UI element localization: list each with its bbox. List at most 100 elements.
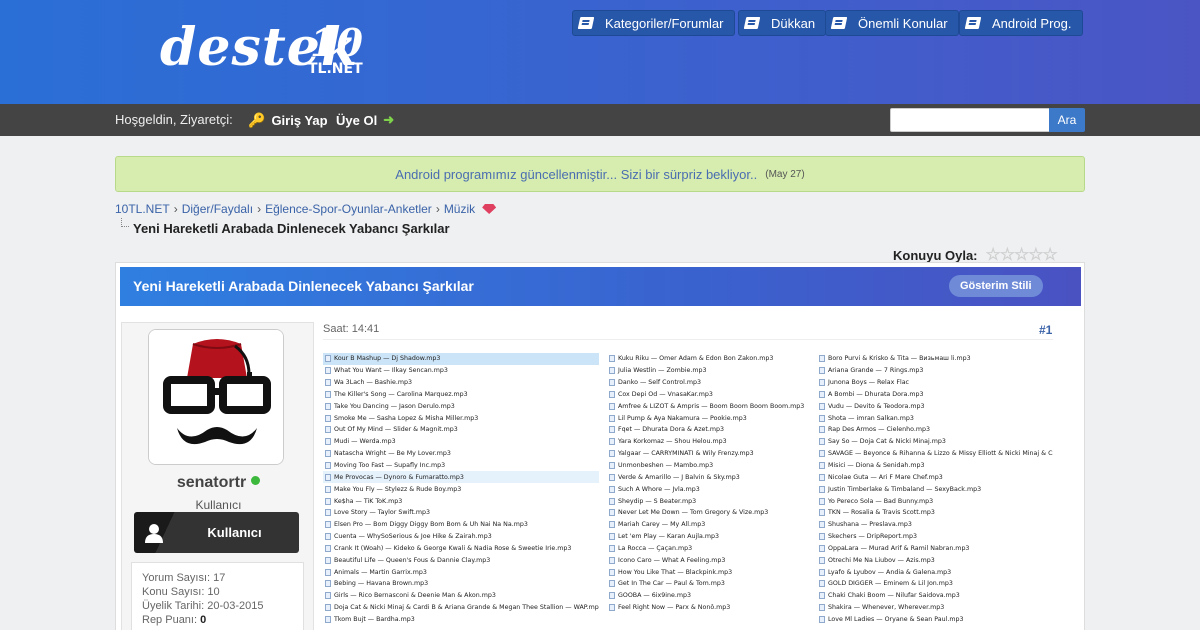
file-row[interactable]: Otrechi Me Na Liubov — Azis.mp3	[817, 554, 1053, 566]
file-row[interactable]: Boro Purvi & Krisko & Tita — Визьмаш li.…	[817, 353, 1053, 365]
file-row[interactable]: Moving Too Fast — Supafly Inc.mp3	[323, 460, 599, 472]
file-name: Beautiful Life — Queen's Fous & Dannie C…	[334, 556, 491, 564]
file-row[interactable]: Cox Depi Od — VnasaKar.mp3	[607, 389, 812, 401]
breadcrumb-item[interactable]: 10TL.NET	[115, 202, 170, 216]
file-row[interactable]: Doja Cat & Nicki Minaj & Cardi B & Arian…	[323, 602, 599, 614]
file-row[interactable]: Verde & Amarillo — J Balvin & Sky.mp3	[607, 471, 812, 483]
breadcrumb-item[interactable]: Eğlence-Spor-Oyunlar-Anketler	[265, 202, 432, 216]
file-row[interactable]: Beautiful Life — Queen's Fous & Dannie C…	[323, 554, 599, 566]
nav-shop-button[interactable]: Dükkan	[738, 10, 827, 36]
file-row[interactable]: Misici — Diona & Senidah.mp3	[817, 460, 1053, 472]
nav-categories-button[interactable]: Kategoriler/Forumlar	[572, 10, 735, 36]
file-row[interactable]: Icono Caro — What A Feeling.mp3	[607, 554, 812, 566]
file-row[interactable]: Natascha Wright — Be My Lover.mp3	[323, 448, 599, 460]
announcement-text[interactable]: Android programımız güncellenmiştir... S…	[395, 167, 757, 182]
file-name: Say So — Doja Cat & Nicki Minaj.mp3	[828, 438, 946, 446]
file-row[interactable]: Animals — Martin Garrix.mp3	[323, 566, 599, 578]
search-button[interactable]: Ara	[1049, 108, 1085, 132]
file-row[interactable]: Tkom Bujt — Bardha.mp3	[323, 614, 599, 626]
avatar[interactable]	[148, 329, 284, 465]
file-row[interactable]: GOLD DIGGER — Eminem & Lil Jon.mp3	[817, 578, 1053, 590]
file-row[interactable]: Yara Korkomaz — Shou Helou.mp3	[607, 436, 812, 448]
username-text[interactable]: senatortr	[177, 474, 246, 491]
file-row[interactable]: Kuku Riku — Omer Adam & Edon Bon Zakon.m…	[607, 353, 812, 365]
key-icon: 🔑	[248, 112, 266, 128]
file-row[interactable]: Let 'em Play — Karan Aujla.mp3	[607, 531, 812, 543]
file-row[interactable]: OppaLara — Murad Arif & Ramil Nabran.mp3	[817, 543, 1053, 555]
file-row[interactable]: Love Story — Taylor Swift.mp3	[323, 507, 599, 519]
file-row[interactable]: Unmonbeshen — Mambo.mp3	[607, 460, 812, 472]
file-name: TKN — Rosalia & Travis Scott.mp3	[828, 509, 935, 517]
file-row[interactable]: Julia Westlin — Zombie.mp3	[607, 365, 812, 377]
file-row[interactable]: Fqet — Dhurata Dora & Azet.mp3	[607, 424, 812, 436]
file-name: A Bombi — Dhurata Dora.mp3	[828, 390, 924, 398]
file-row[interactable]: Love Ml Ladies — Oryane & Sean Paul.mp3	[817, 614, 1053, 626]
file-row[interactable]: A Bombi — Dhurata Dora.mp3	[817, 389, 1053, 401]
file-row[interactable]: Crank It (Woah) — Kideko & George Kwali …	[323, 543, 599, 555]
breadcrumb-item[interactable]: Müzik	[444, 202, 475, 216]
display-mode-button[interactable]: Gösterim Stili	[949, 275, 1043, 297]
file-row[interactable]: Vudu — Devito & Teodora.mp3	[817, 400, 1053, 412]
file-row[interactable]: Rap Des Armos — Cielenho.mp3	[817, 424, 1053, 436]
file-row[interactable]: Never Let Me Down — Tom Gregory & Vize.m…	[607, 507, 812, 519]
file-row[interactable]: Shota — imran Salkan.mp3	[817, 412, 1053, 424]
file-row[interactable]: Danko — Self Control.mp3	[607, 377, 812, 389]
file-row[interactable]: Ariana Grande — 7 Rings.mp3	[817, 365, 1053, 377]
file-row[interactable]: Get In The Car — Paul & Tom.mp3	[607, 578, 812, 590]
file-row[interactable]: Shakira — Whenever, Wherever.mp3	[817, 602, 1053, 614]
file-row[interactable]: Yo Pereco Sola — Bad Bunny.mp3	[817, 495, 1053, 507]
audio-file-icon	[325, 485, 331, 493]
login-link[interactable]: 🔑 Giriş Yap	[248, 112, 328, 129]
site-logo[interactable]: destek 10 TL.NET	[160, 22, 363, 77]
file-row[interactable]: Cuenta — WhySoSerious & Joe Hike & Zaira…	[323, 531, 599, 543]
file-row[interactable]: GOOBA — 6ix9ine.mp3	[607, 590, 812, 602]
file-row[interactable]: Girls — Rico Bernasconi & Deenie Man & A…	[323, 590, 599, 602]
breadcrumb-item[interactable]: Diğer/Faydalı	[182, 202, 253, 216]
file-row[interactable]: Bebing — Havana Brown.mp3	[323, 578, 599, 590]
file-row[interactable]: Out Of My Mind — Slider & Magnit.mp3	[323, 424, 599, 436]
file-row[interactable]: Make You Fly — Stylezz & Rude Boy.mp3	[323, 483, 599, 495]
file-row[interactable]: Mudi — Werda.mp3	[323, 436, 599, 448]
rating-label: Konuyu Oyla:	[893, 247, 978, 263]
announcement-bar[interactable]: Android programımız güncellenmiştir... S…	[115, 156, 1085, 192]
file-row[interactable]: Me Provocas — Dynoro & Fumaratto.mp3	[323, 471, 599, 484]
file-row[interactable]: Such A Whore — Jvla.mp3	[607, 483, 812, 495]
file-row[interactable]: TKN — Rosalia & Travis Scott.mp3	[817, 507, 1053, 519]
file-row[interactable]: Amfree & LIZOT & Ampris — Boom Boom Boom…	[607, 400, 812, 412]
file-row[interactable]: Mariah Carey — My All.mp3	[607, 519, 812, 531]
file-row[interactable]: The Killer's Song — Carolina Marquez.mp3	[323, 389, 599, 401]
announcement-date: (May 27)	[765, 168, 805, 180]
file-row[interactable]: SAVAGE — Beyonce & Rihanna & Lizzo & Mis…	[817, 448, 1053, 460]
file-row[interactable]: Lyafo & Lyubov — Andia & Galena.mp3	[817, 566, 1053, 578]
file-row[interactable]: Ke$ha — TiK ToK.mp3	[323, 495, 599, 507]
file-row[interactable]: Chaki Chaki Boom — Nilufar Saidova.mp3	[817, 590, 1053, 602]
file-row[interactable]: Smoke Me — Sasha Lopez & Misha Miller.mp…	[323, 412, 599, 424]
file-row[interactable]: Elsen Pro — Bom Diggy Diggy Bom Bom & Uh…	[323, 519, 599, 531]
file-name: Unmonbeshen — Mambo.mp3	[618, 462, 714, 470]
search-input[interactable]	[890, 108, 1050, 132]
file-row[interactable]: Shushana — Preslava.mp3	[817, 519, 1053, 531]
file-row[interactable]: What You Want — Ilkay Sencan.mp3	[323, 365, 599, 377]
file-row[interactable]: Skechers — DripReport.mp3	[817, 531, 1053, 543]
post-number-link[interactable]: #1	[1039, 323, 1052, 337]
file-row[interactable]: Yalgaar — CARRYMINATI & Wily Frenzy.mp3	[607, 448, 812, 460]
file-row[interactable]: Sheydip — S Beater.mp3	[607, 495, 812, 507]
file-row[interactable]: Kour B Mashup — Dj Shadow.mp3	[323, 353, 599, 365]
file-row[interactable]: Wa 3Lach — Bashie.mp3	[323, 377, 599, 389]
file-row[interactable]: Junona Boys — Relax Flac	[817, 377, 1053, 389]
file-row[interactable]: How You Like That — Blackpink.mp3	[607, 566, 812, 578]
file-row[interactable]: Take You Dancing — Jason Derulo.mp3	[323, 400, 599, 412]
file-row[interactable]: Justin Timberlake & Timbaland — SexyBack…	[817, 483, 1053, 495]
file-row[interactable]: Lil Pump & Aya Nakamura — Pookie.mp3	[607, 412, 812, 424]
register-link[interactable]: Üye Ol ➜	[336, 112, 394, 128]
file-row[interactable]: La Rocca — Çaçan.mp3	[607, 543, 812, 555]
login-label: Giriş Yap	[271, 113, 328, 128]
nav-android-button[interactable]: Android Prog.	[959, 10, 1083, 36]
nav-important-topics-button[interactable]: Önemli Konular	[825, 10, 959, 36]
file-row[interactable]: Say So — Doja Cat & Nicki Minaj.mp3	[817, 436, 1053, 448]
username[interactable]: senatortr	[122, 474, 315, 492]
file-row[interactable]: Feel Right Now — Parx & Nonô.mp3	[607, 602, 812, 614]
post-image-file-list[interactable]: Kour B Mashup — Dj Shadow.mp3 What You Wa…	[323, 353, 1053, 630]
file-row[interactable]: Nicolae Guta — Ari F Mare Chef.mp3	[817, 471, 1053, 483]
rank-badge: Kullanıcı	[134, 512, 299, 553]
